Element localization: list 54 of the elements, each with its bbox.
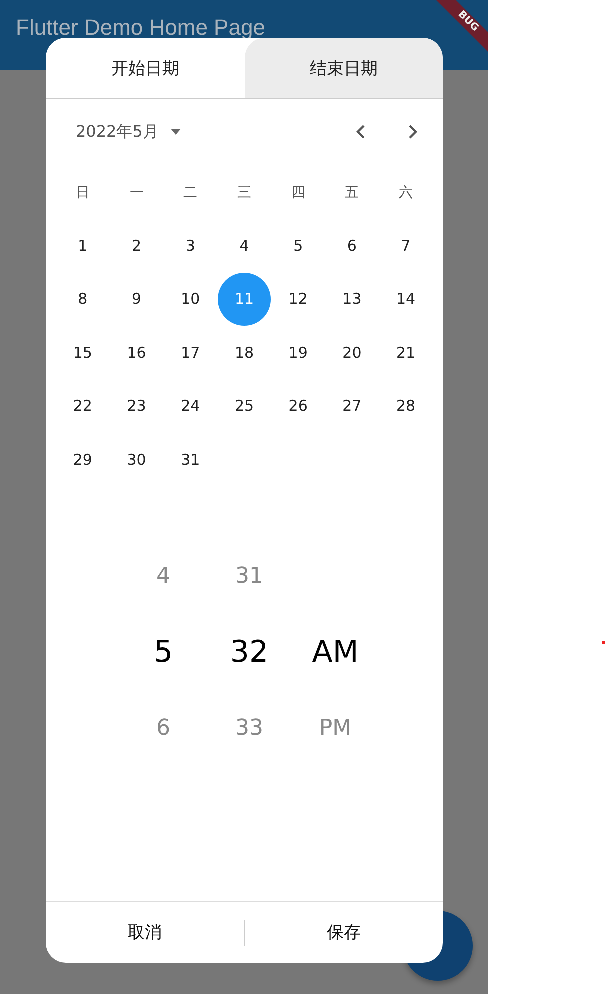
time-option[interactable]: 4 xyxy=(156,564,170,589)
month-dropdown[interactable]: 2022年5月 xyxy=(76,122,181,142)
calendar-day[interactable]: 28 xyxy=(380,380,433,433)
time-option[interactable]: 5 xyxy=(154,635,174,670)
calendar-day[interactable]: 5 xyxy=(272,219,325,272)
time-option[interactable]: 32 xyxy=(230,635,269,670)
dialog-button[interactable]: 保存 xyxy=(245,902,443,963)
dot-mark xyxy=(602,641,605,644)
calendar-day[interactable]: 12 xyxy=(272,272,325,326)
time-option[interactable]: 31 xyxy=(236,564,264,589)
calendar-day[interactable]: 1 xyxy=(56,219,110,272)
calendar-day[interactable]: 27 xyxy=(326,380,379,433)
weekday-label: 六 xyxy=(398,184,414,203)
calendar-day[interactable]: 9 xyxy=(110,272,164,326)
calendar-day[interactable]: 26 xyxy=(272,380,325,433)
dialog-button[interactable]: 取消 xyxy=(46,902,244,963)
calendar-day[interactable]: 18 xyxy=(218,326,271,380)
weekday-label: 一 xyxy=(128,184,145,203)
calendar-day[interactable]: 13 xyxy=(326,272,379,326)
calendar-day[interactable]: 29 xyxy=(56,433,110,486)
calendar-day[interactable]: 7 xyxy=(380,219,433,272)
calendar-day[interactable]: 20 xyxy=(326,326,379,380)
weekday-label: 五 xyxy=(344,184,360,203)
caret-icon xyxy=(170,129,181,135)
tab[interactable]: 结束日期 xyxy=(244,38,443,98)
calendar-day[interactable]: 25 xyxy=(218,380,271,433)
time-option[interactable]: 6 xyxy=(156,716,170,741)
calendar-day[interactable]: 8 xyxy=(56,272,110,326)
calendar-day[interactable]: 4 xyxy=(218,219,271,272)
calendar-day[interactable]: 24 xyxy=(164,380,218,433)
weekday-label: 四 xyxy=(290,184,306,203)
calendar-day[interactable]: 22 xyxy=(56,380,110,433)
chevron-right-icon[interactable] xyxy=(407,125,419,139)
calendar-day[interactable]: 2 xyxy=(110,219,164,272)
calendar-day[interactable]: 15 xyxy=(56,326,110,380)
weekday-label: 三 xyxy=(236,184,252,203)
calendar-day[interactable]: 6 xyxy=(326,219,379,272)
time-option[interactable]: 33 xyxy=(236,716,264,741)
app-title: Flutter Demo Home Page xyxy=(16,16,266,40)
chevron-left-icon[interactable] xyxy=(355,125,367,139)
calendar-day[interactable]: 30 xyxy=(110,433,164,486)
calendar-day[interactable]: 21 xyxy=(380,326,433,380)
time-option[interactable]: AM xyxy=(312,635,359,670)
weekday-label: 二 xyxy=(182,184,199,203)
calendar-day[interactable]: 16 xyxy=(110,326,164,380)
calendar-day[interactable]: 3 xyxy=(164,219,218,272)
calendar-day[interactable]: 19 xyxy=(272,326,325,380)
weekday-label: 日 xyxy=(74,184,91,203)
calendar-day[interactable]: 17 xyxy=(164,326,218,380)
calendar-day[interactable]: 31 xyxy=(164,433,218,486)
time-option[interactable]: PM xyxy=(319,716,352,741)
calendar-day[interactable]: 23 xyxy=(110,380,164,433)
calendar-day[interactable]: 14 xyxy=(380,272,433,326)
calendar-day[interactable]: 10 xyxy=(164,272,218,326)
